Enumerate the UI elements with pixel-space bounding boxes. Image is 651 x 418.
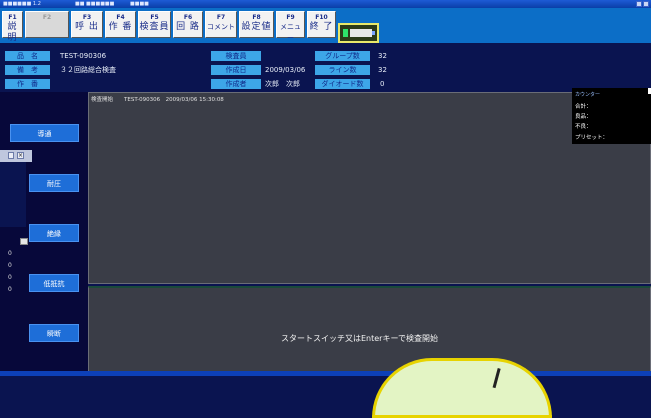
f7-button[interactable]: F7 コメント xyxy=(205,11,237,38)
sakuseibi-value: 2009/03/06 xyxy=(265,66,306,74)
f6-button[interactable]: F6 回 路 xyxy=(173,11,203,38)
sidebar-item-withstand[interactable]: 耐圧 xyxy=(29,174,79,192)
f4-button[interactable]: F4 作 番 xyxy=(105,11,136,38)
group-count-value: 32 xyxy=(378,52,387,60)
float-value-4: 0 xyxy=(8,286,12,293)
status-header: 検査開始 TEST-090306 2009/03/06 15:30:08 xyxy=(91,97,224,103)
cursor-mark xyxy=(492,368,508,390)
kensain-label: 検査員 xyxy=(211,51,261,61)
info-panel: 品 名 TEST-090306 備 考 ３２回路総合検査 作 番 検査員 作成日… xyxy=(0,43,651,92)
taskbar xyxy=(0,371,651,376)
speech-bubble-decoration xyxy=(372,358,552,418)
float-value-3: 0 xyxy=(8,274,12,281)
sidebar-item-instant-break[interactable]: 瞬断 xyxy=(29,324,79,342)
function-key-toolbar: F1 説 明 F2 F3 呼 出 F4 作 番 F5 検査員 F6 回 路 F7 コメント … xyxy=(0,8,651,43)
sakuseibi-label: 作成日 xyxy=(211,65,261,75)
app-title: ■■■■■■ 1.2 xyxy=(3,1,41,7)
f8-button[interactable]: F8 設定値 xyxy=(239,11,274,38)
extra-title: ■■■■ xyxy=(130,1,149,7)
close-icon[interactable]: × xyxy=(17,152,24,159)
checkbox[interactable] xyxy=(20,238,28,245)
counter-panel: カウンター 合計： 良品： 不良： プリセット： xyxy=(572,88,651,144)
counter-title: カウンター xyxy=(575,92,601,98)
sidebar-item-insulation[interactable]: 絶縁 xyxy=(29,224,79,242)
diode-count-label: ダイオード数 xyxy=(315,79,370,89)
float-value-2: 0 xyxy=(8,262,12,269)
line-count-label: ライン数 xyxy=(315,65,370,75)
float-value-1: 0 xyxy=(8,250,12,257)
start-prompt: スタートスイッチ又はEnterキーで検査開始 xyxy=(281,334,438,343)
floating-window-titlebar[interactable]: × xyxy=(0,150,32,162)
bikou-label: 備 考 xyxy=(5,65,50,75)
f1-button[interactable]: F1 説 明 xyxy=(2,11,23,43)
f2-button[interactable]: F2 xyxy=(25,11,69,38)
diode-count-value: 0 xyxy=(380,80,385,88)
minimize-icon[interactable] xyxy=(636,1,642,7)
window-title-bar: ■■■■■■ 1.2 ■■ ■■■■■■ ■■■■ xyxy=(0,0,651,8)
sakuban-label: 作 番 xyxy=(5,79,50,89)
f5-button[interactable]: F5 検査員 xyxy=(138,11,171,38)
sidebar-item-continuity[interactable]: 導通 xyxy=(10,124,79,142)
restore-icon[interactable] xyxy=(8,152,14,159)
sakuseisha-label: 作成者 xyxy=(211,79,261,89)
f9-button[interactable]: F9 メニュー xyxy=(276,11,305,42)
counter-total: 合計： xyxy=(575,104,592,110)
test-mode-sidebar: 導通 耐圧 絶縁 低抵抗 瞬断 xyxy=(0,92,88,376)
sidebar-item-low-resistance[interactable]: 低抵抗 xyxy=(29,274,79,292)
file-title: ■■ ■■■■■■ xyxy=(75,1,115,7)
battery-icon xyxy=(338,23,379,43)
f3-button[interactable]: F3 呼 出 xyxy=(71,11,103,38)
prompt-panel: スタートスイッチ又はEnterキーで検査開始 xyxy=(88,286,651,376)
f10-button[interactable]: F10 終 了 xyxy=(307,11,336,38)
counter-bad: 不良： xyxy=(575,124,592,130)
sakuseisha-value: 次郎 次郎 xyxy=(265,80,300,88)
hinmei-label: 品 名 xyxy=(5,51,50,61)
close-icon[interactable] xyxy=(643,1,649,7)
group-count-label: グループ数 xyxy=(315,51,370,61)
counter-good: 良品： xyxy=(575,114,592,120)
bikou-value: ３２回路総合検査 xyxy=(60,66,116,74)
test-log-panel: 検査開始 TEST-090306 2009/03/06 15:30:08 xyxy=(88,92,651,284)
counter-preset: プリセット： xyxy=(575,135,609,141)
line-count-value: 32 xyxy=(378,66,387,74)
hinmei-value: TEST-090306 xyxy=(60,52,107,60)
